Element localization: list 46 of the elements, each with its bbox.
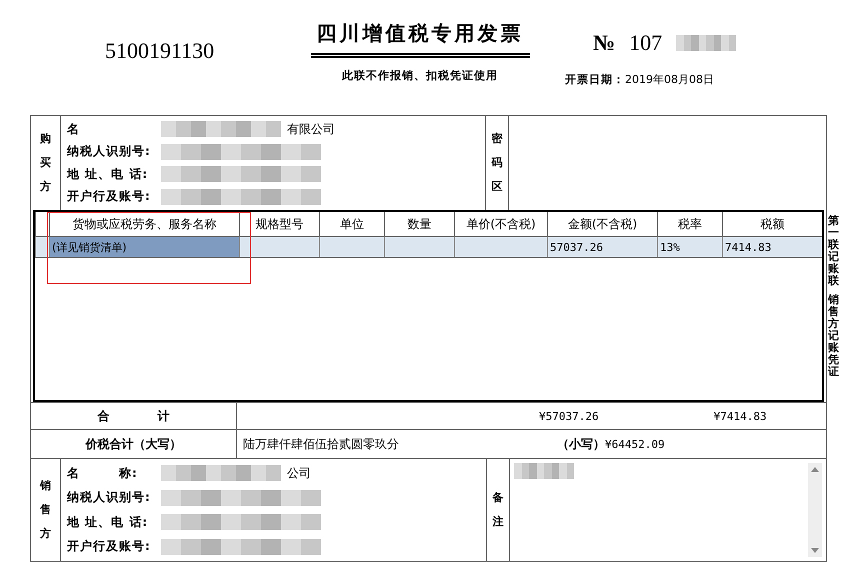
column-header: 数量: [384, 212, 454, 236]
scroll-down-icon[interactable]: [811, 548, 820, 553]
table-cell[interactable]: 57037.26: [547, 237, 657, 258]
remark-label: 备注: [492, 490, 504, 530]
invoice-date: 2019年08月08日: [625, 72, 714, 87]
field-label: 名 称:: [67, 464, 139, 482]
total-amount: ¥57037.26: [539, 410, 599, 423]
grand-total-label: 价税合计（大写）: [31, 430, 237, 458]
side-label: 销售方: [40, 478, 51, 542]
column-header: 金额(不含税): [547, 212, 657, 236]
grand-total-amount: ¥64452.09: [605, 438, 665, 451]
field-value: 有限公司: [287, 120, 335, 138]
field-label: 名: [67, 120, 81, 138]
total-label: 合 计: [31, 403, 237, 430]
copy-label: 第一联：记账联: [828, 215, 840, 288]
number-sign: №: [593, 30, 616, 56]
field-label: 地 址、电 话:: [67, 166, 150, 183]
column-header: 税率: [657, 212, 722, 236]
field-label: 地 址、电 话:: [67, 514, 150, 531]
invoice-number: 107: [629, 30, 662, 56]
total-tax: ¥7414.83: [714, 410, 767, 423]
field-value: 公司: [287, 464, 311, 482]
invoice-title: 四川增值税专用发票: [310, 20, 530, 58]
field-label: 纳税人识别号:: [67, 489, 152, 506]
small-amount-label: （小写）: [557, 436, 605, 453]
notice-text: 此联不作报销、扣税凭证使用: [342, 68, 498, 83]
date-label: 开票日期：: [565, 72, 625, 87]
table-row[interactable]: (详见销货清单) 57037.26 13% 7414.83: [35, 237, 822, 258]
invoice-code: 5100191130: [104, 37, 216, 65]
field-label: 纳税人识别号:: [67, 143, 152, 160]
scroll-up-icon[interactable]: [811, 466, 820, 472]
scrollbar[interactable]: [808, 462, 822, 557]
table-cell[interactable]: 7414.83: [722, 237, 822, 258]
table-cell[interactable]: 13%: [657, 237, 722, 258]
field-label: 开户行及账号:: [67, 538, 152, 556]
column-header: 规格型号: [239, 212, 319, 236]
copy-label: 销售方记账凭证: [828, 294, 840, 378]
field-label: 开户行及账号:: [67, 188, 152, 206]
column-header: 单位: [319, 212, 384, 236]
column-header: 货物或应税劳务、服务名称: [49, 212, 239, 236]
side-label: 购买方: [40, 130, 51, 196]
column-header: 单价(不含税): [454, 212, 547, 236]
password-label: 密码区: [492, 130, 502, 196]
column-header: 税额: [722, 212, 822, 236]
table-cell[interactable]: (详见销货清单): [49, 237, 239, 258]
amount-in-words: 陆万肆仟肆佰伍拾贰圆零玖分: [243, 436, 399, 453]
